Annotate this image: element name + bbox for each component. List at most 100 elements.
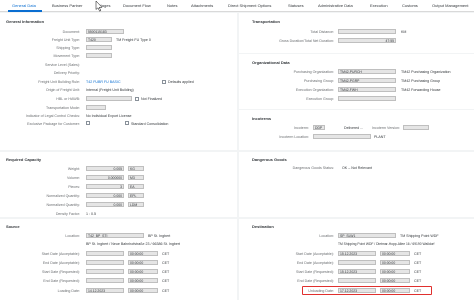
source-start-requested-date[interactable] (86, 269, 124, 274)
source-title: Source (6, 224, 20, 229)
weight-unit-field[interactable]: KG (128, 166, 144, 171)
origin-value: Internal (Freight Unit Building) (86, 88, 134, 92)
unloading-date-field[interactable]: 17.12.2023 (338, 288, 376, 293)
tab-execution[interactable]: Execution (370, 3, 388, 8)
tab-output-management[interactable]: Output Management (432, 3, 468, 8)
pieces-field[interactable]: 3 (86, 184, 124, 189)
loading-tz: CET (162, 289, 170, 293)
destination-start-acceptable-date[interactable]: 15.12.2023 (338, 251, 376, 256)
destination-start-requested-time[interactable]: 00:00:00 (380, 269, 410, 274)
destination-location-field[interactable]: SP_SLW1 (338, 233, 396, 238)
tab-business-partner[interactable]: Business Partner (52, 3, 82, 8)
loading-date-field[interactable]: 14.12.2023 (86, 288, 124, 293)
source-end-requested-date[interactable] (86, 278, 124, 283)
dangerous-goods-status-label: Dangerous Goods Status: (292, 166, 334, 170)
general-information-title: General Information (6, 19, 45, 24)
source-end-acceptable-date[interactable] (86, 260, 124, 265)
source-start-requested-time[interactable]: 00:00:00 (128, 269, 158, 274)
source-end-acceptable-label: End Date (Acceptable): (42, 261, 80, 265)
gross-duration-field[interactable]: 47:55 (338, 38, 396, 43)
volume-unit-field[interactable]: M3 (128, 175, 144, 180)
tab-customs[interactable]: Customs (402, 3, 418, 8)
movement-type-label: Movement Type: (53, 54, 81, 58)
incoterm-location-label: Incoterm Location: (279, 135, 309, 139)
defaults-applied-checkbox[interactable] (162, 80, 166, 84)
normalized-quantity-1-unit[interactable]: EPL (128, 193, 144, 198)
volume-label: Volume: (67, 176, 80, 180)
total-distance-field[interactable] (338, 29, 396, 34)
standard-consolidation-checkbox[interactable] (125, 121, 129, 125)
fu-building-rule-link[interactable]: T42 FUBR FU BASIC (86, 80, 121, 84)
destination-end-requested-time[interactable]: 00:00:00 (380, 278, 410, 283)
shipping-type-label: Shipping Type: (56, 46, 80, 50)
unloading-time-field[interactable]: 00:00:00 (380, 288, 410, 293)
destination-end-acceptable-label: End Date (Acceptable): (296, 261, 334, 265)
purchasing-group-text: TM42 Purchasing Group (401, 79, 441, 83)
weight-field[interactable]: 0.005 (86, 166, 124, 171)
destination-end-acceptable-tz: CET (414, 261, 422, 265)
normalized-quantity-1-field[interactable]: 0.000 (86, 193, 124, 198)
transportation-mode-field[interactable] (86, 105, 106, 110)
pieces-unit-field[interactable]: EA (128, 184, 144, 189)
purchasing-org-text: TM42 Purchasing Organization (401, 70, 451, 74)
source-end-acceptable-time[interactable]: 00:00:00 (128, 260, 158, 265)
source-end-requested-time[interactable]: 00:00:00 (128, 278, 158, 283)
source-start-requested-tz: CET (162, 270, 170, 274)
tab-attachments[interactable]: Attachments (191, 3, 213, 8)
normalized-quantity-2-field[interactable]: 0.000 (86, 202, 124, 207)
tab-general-data[interactable]: General Data (12, 3, 36, 8)
purchasing-group-field[interactable]: TM42-PGRP (338, 78, 396, 83)
volume-field[interactable]: 0.000000 (86, 175, 124, 180)
loading-time-field[interactable]: 00:00:00 (128, 288, 158, 293)
incoterm-version-field[interactable] (403, 125, 429, 130)
source-address: BP St. Ingbert / Neue Bahnhofstraße 23 /… (86, 242, 181, 246)
normalized-quantity-2-unit[interactable]: LDM (128, 202, 144, 207)
source-location-field[interactable]: T42_BP_STI (86, 233, 144, 238)
source-start-acceptable-time[interactable]: 00:00:00 (128, 251, 158, 256)
incoterm-field[interactable]: DDP (313, 125, 325, 130)
execution-org-field[interactable]: TM42-FWH (338, 87, 396, 92)
destination-start-acceptable-time[interactable]: 00:00:00 (380, 251, 410, 256)
not-finalized-checkbox[interactable] (135, 97, 139, 101)
tab-statuses[interactable]: Statuses (288, 3, 304, 8)
transportation-mode-label: Transportation Mode: (45, 106, 80, 110)
dangerous-goods-title: Dangerous Goods (252, 157, 287, 162)
tab-direct-shipment-options[interactable]: Direct Shipment Options (228, 3, 271, 8)
tab-notes[interactable]: Notes (167, 3, 177, 8)
shipping-type-field[interactable] (86, 45, 112, 50)
destination-end-requested-date[interactable] (338, 278, 376, 283)
required-capacity-title: Required Capacity (6, 157, 42, 162)
destination-end-acceptable-date[interactable] (338, 260, 376, 265)
freight-unit-type-field[interactable]: T420 (86, 37, 112, 42)
transportation-title: Transportation (252, 19, 281, 24)
source-start-acceptable-date[interactable] (86, 251, 124, 256)
destination-start-requested-date[interactable]: 15.12.2023 (338, 269, 376, 274)
tab-administrative-data[interactable]: Administrative Data (318, 3, 353, 8)
destination-address: TM Shipping Point WDF / Dietmar-Hopp-All… (338, 242, 435, 246)
movement-type-field[interactable] (86, 53, 112, 58)
incoterms-title: Incoterms (252, 116, 272, 121)
unloading-tz: CET (414, 289, 422, 293)
incoterm-location-field[interactable] (313, 134, 371, 139)
destination-start-acceptable-label: Start Date (Acceptable): (295, 252, 334, 256)
purchasing-org-field[interactable]: TM42-PURCH (338, 69, 396, 74)
incoterm-version-label: Incoterm Version: (372, 126, 400, 130)
purchasing-group-label: Purchasing Group: (304, 79, 334, 83)
origin-label: Origin of Freight Unit: (45, 88, 80, 92)
execution-org-text: TM42 Forwarding House (401, 88, 441, 92)
incoterm-label: Incoterm: (294, 126, 309, 130)
service-level-label: Service Level (Sales): (45, 63, 80, 67)
normalized-quantity-2-label: Normalized Quantity: (46, 203, 80, 207)
tab-document-flow[interactable]: Document Flow (123, 3, 151, 8)
defaults-applied-label: Defaults applied (168, 80, 194, 84)
document-field[interactable]: 5500115183 (86, 29, 124, 34)
normalized-quantity-1-label: Normalized Quantity: (46, 194, 80, 198)
document-label: Document: (62, 30, 80, 34)
incoterm-text: Delivered ... (344, 126, 364, 130)
execution-group-field[interactable] (338, 96, 396, 101)
source-end-acceptable-tz: CET (162, 261, 170, 265)
destination-end-acceptable-time[interactable]: 00:00:00 (380, 260, 410, 265)
exclusive-package-checkbox[interactable] (86, 121, 90, 125)
purchasing-org-label: Purchasing Organization: (293, 70, 334, 74)
hbl-field[interactable] (86, 96, 132, 101)
